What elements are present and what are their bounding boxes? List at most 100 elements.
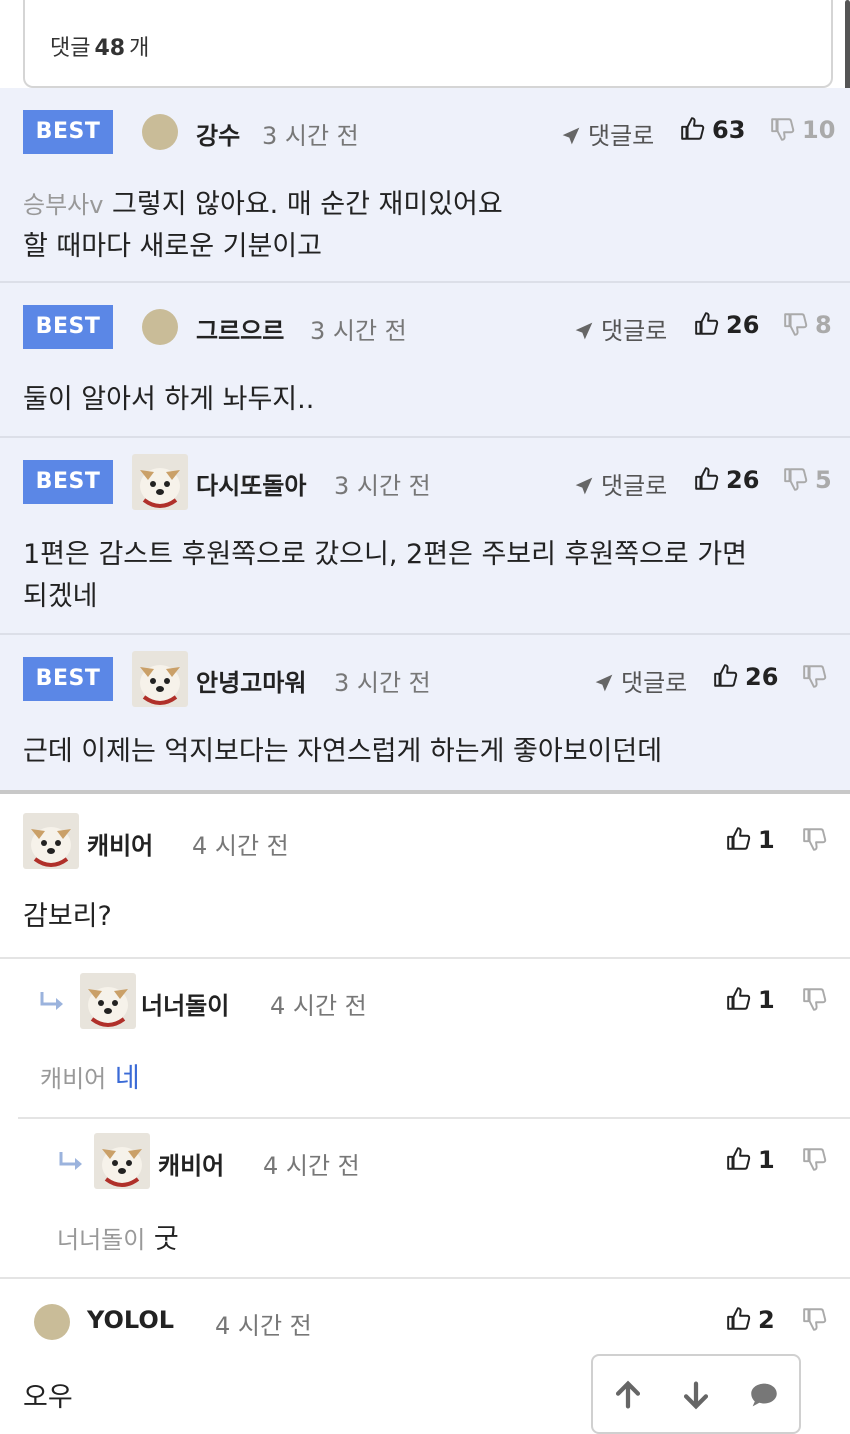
avatar[interactable] <box>23 813 79 869</box>
thumbs-down-icon <box>783 311 809 337</box>
comment-line: 할 때마다 새로운 기분이고 <box>23 231 322 262</box>
reply-button[interactable]: 댓글로 <box>573 466 667 501</box>
best-badge: BEST <box>23 460 113 504</box>
comment-count-prefix: 댓글 <box>50 36 91 61</box>
mention[interactable]: 너너돌이 <box>57 1226 145 1254</box>
best-comment: BEST 다시또돌아 3 시간 전 댓글로 26 5 1편은 감스트 후원쪽으로… <box>0 438 850 635</box>
mention[interactable]: 승부사v <box>23 191 103 219</box>
comment-author[interactable]: 안녕고마워 <box>196 663 306 698</box>
downvote-count: 8 <box>815 311 832 339</box>
comment-body: 근데 이제는 억지보다는 자연스럽게 하는게 좋아보이던데 <box>23 736 663 767</box>
upvote-button[interactable]: 1 <box>726 1146 775 1174</box>
upvote-count: 63 <box>712 116 746 144</box>
divider <box>0 1277 850 1279</box>
upvote-button[interactable]: 2 <box>726 1306 775 1334</box>
reply-label: 댓글로 <box>601 472 668 500</box>
upvote-button[interactable]: 26 <box>694 466 759 494</box>
reply-button[interactable]: 댓글로 <box>560 116 654 151</box>
divider <box>0 957 850 959</box>
comment-time: 3 시간 전 <box>310 317 407 345</box>
comment-body: 너너돌이 굿 <box>57 1219 179 1261</box>
comment-count-number: 48 <box>94 36 126 61</box>
upvote-count: 26 <box>726 311 760 339</box>
comment-author[interactable]: 다시또돌아 <box>196 466 306 501</box>
thumbs-down-icon <box>802 1146 828 1172</box>
divider <box>18 1117 850 1119</box>
best-comment: BEST 그르으르 3 시간 전 댓글로 26 8 둘이 알아서 하게 놔두지.… <box>0 283 850 438</box>
comment-line: 되겠네 <box>23 581 98 612</box>
comment-line: 그렇지 않아요. 매 순간 재미있어요 <box>112 189 503 220</box>
thumbs-up-icon <box>726 826 752 852</box>
thumbs-up-icon <box>726 1146 752 1172</box>
comment-author[interactable]: 캐비어 <box>87 826 153 861</box>
upvote-count: 26 <box>745 663 779 691</box>
paper-plane-icon <box>573 321 595 341</box>
reply-button[interactable]: 댓글로 <box>593 663 687 698</box>
comment-time: 4 시간 전 <box>270 992 367 1020</box>
reply-label: 댓글로 <box>588 122 655 150</box>
thumbs-up-icon <box>694 311 720 337</box>
floating-nav <box>591 1354 801 1434</box>
upvote-button[interactable]: 26 <box>694 311 759 339</box>
best-badge: BEST <box>23 110 113 154</box>
comment-time: 3 시간 전 <box>262 122 359 150</box>
avatar[interactable] <box>142 309 178 345</box>
downvote-button[interactable] <box>802 663 834 691</box>
best-comment: BEST 안녕고마워 3 시간 전 댓글로 26 근데 이제는 억지보다는 자연… <box>0 635 850 790</box>
thumbs-down-icon <box>783 466 809 492</box>
comment-author[interactable]: 캐비어 <box>158 1146 224 1181</box>
comment-body: 오우 <box>23 1382 73 1413</box>
avatar[interactable] <box>34 1304 70 1340</box>
upvote-button[interactable]: 26 <box>713 663 778 691</box>
chat-bubble-icon[interactable] <box>747 1378 781 1412</box>
upvote-count: 1 <box>758 1146 775 1174</box>
reply-button[interactable]: 댓글로 <box>573 311 667 346</box>
comment-time: 3 시간 전 <box>334 669 431 697</box>
downvote-button[interactable]: 8 <box>783 311 832 339</box>
section-divider <box>0 790 850 794</box>
upvote-count: 2 <box>758 1306 775 1334</box>
downvote-button[interactable] <box>802 1306 834 1334</box>
thumbs-up-icon <box>726 1306 752 1332</box>
mention[interactable]: 캐비어 <box>40 1065 106 1093</box>
thumbs-up-icon <box>726 986 752 1012</box>
avatar[interactable] <box>94 1133 150 1189</box>
upvote-button[interactable]: 1 <box>726 986 775 1014</box>
upvote-button[interactable]: 63 <box>680 116 745 144</box>
avatar[interactable] <box>142 114 178 150</box>
comment-author[interactable]: 그르으르 <box>196 311 284 346</box>
arrow-down-icon[interactable] <box>679 1378 713 1412</box>
comment-body: 1편은 감스트 후원쪽으로 갔으니, 2편은 주보리 후원쪽으로 가면 되겠네 <box>23 534 747 618</box>
comment-author[interactable]: 너너돌이 <box>141 986 229 1021</box>
downvote-count: 10 <box>802 116 836 144</box>
downvote-button[interactable] <box>802 986 834 1014</box>
comment-body: 승부사v 그렇지 않아요. 매 순간 재미있어요 할 때마다 새로운 기분이고 <box>23 184 503 268</box>
upvote-count: 1 <box>758 826 775 854</box>
comment-author[interactable]: 강수 <box>196 116 240 151</box>
downvote-button[interactable]: 10 <box>770 116 835 144</box>
reply-arrow-icon <box>38 990 68 1016</box>
thumbs-up-icon <box>680 116 706 142</box>
thumbs-up-icon <box>694 466 720 492</box>
reply-label: 댓글로 <box>601 317 668 345</box>
upvote-button[interactable]: 1 <box>726 826 775 854</box>
downvote-button[interactable] <box>802 1146 834 1174</box>
downvote-count: 5 <box>815 466 832 494</box>
avatar[interactable] <box>132 454 188 510</box>
thumbs-down-icon <box>770 116 796 142</box>
comment-count-suffix: 개 <box>129 36 150 61</box>
thumbs-down-icon <box>802 1306 828 1332</box>
best-badge: BEST <box>23 657 113 701</box>
comment-line: 1편은 감스트 후원쪽으로 갔으니, 2편은 주보리 후원쪽으로 가면 <box>23 539 748 570</box>
downvote-button[interactable]: 5 <box>783 466 832 494</box>
comment-author[interactable]: YOLOL <box>87 1306 174 1334</box>
thumbs-up-icon <box>713 663 739 689</box>
downvote-button[interactable] <box>802 826 834 854</box>
avatar[interactable] <box>132 651 188 707</box>
arrow-up-icon[interactable] <box>611 1378 645 1412</box>
thumbs-down-icon <box>802 986 828 1012</box>
comment-body: 감보리? <box>23 901 112 932</box>
avatar[interactable] <box>80 973 136 1029</box>
thumbs-down-icon <box>802 663 828 689</box>
comment-time: 4 시간 전 <box>263 1152 360 1180</box>
